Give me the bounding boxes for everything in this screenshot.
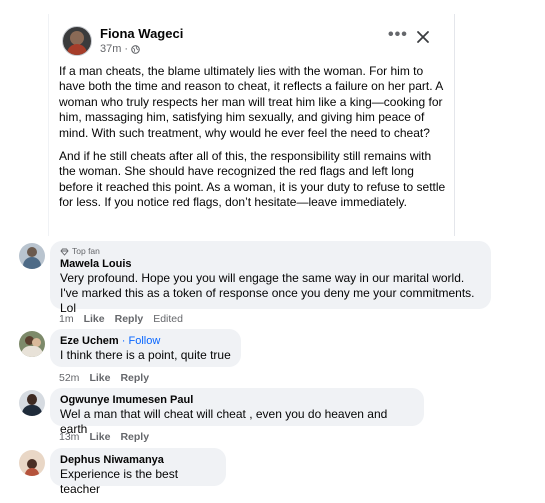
like-button[interactable]: Like — [89, 372, 110, 384]
post-paragraph: If a man cheats, the blame ultimately li… — [59, 64, 443, 140]
comment-avatar[interactable] — [19, 331, 45, 357]
post-body: If a man cheats, the blame ultimately li… — [59, 64, 447, 219]
comment-time[interactable]: 1m — [59, 313, 74, 325]
like-button[interactable]: Like — [89, 431, 110, 443]
comment-bubble: Dephus Niwamanya Experience is the best … — [50, 448, 226, 496]
comment-avatar[interactable] — [19, 390, 45, 416]
comment-actions: 13m Like Reply — [59, 431, 149, 443]
close-icon[interactable] — [416, 30, 430, 44]
globe-icon — [131, 44, 140, 54]
comment-header: Eze Uchem · Follow — [60, 335, 161, 347]
comment-author-name[interactable]: Dephus Niwamanya — [60, 453, 216, 467]
comment-avatar[interactable] — [19, 243, 45, 269]
post-meta: 37m · — [100, 43, 140, 55]
post-author-name[interactable]: Fiona Wageci — [100, 26, 183, 41]
reply-button[interactable]: Reply — [120, 372, 149, 384]
post-author-avatar[interactable] — [62, 26, 92, 56]
reply-button[interactable]: Reply — [120, 431, 149, 443]
post-time[interactable]: 37m — [100, 43, 121, 55]
comment-text: Experience is the best teacher — [60, 467, 179, 496]
follow-button[interactable]: Follow — [128, 335, 160, 347]
edited-label: Edited — [153, 313, 183, 325]
comment-time[interactable]: 52m — [59, 372, 79, 384]
comment-bubble: Top fan Mawela Louis Very profound. Hope… — [50, 241, 491, 315]
comment-bubble: Eze Uchem · Follow I think there is a po… — [50, 329, 241, 367]
top-fan-badge: Top fan — [60, 246, 481, 257]
comment-actions: 1m Like Reply Edited — [59, 313, 183, 325]
more-dots-icon[interactable]: ••• — [388, 27, 408, 43]
comment-text: Very profound. Hope you you will engage … — [60, 271, 475, 315]
comment-author-name[interactable]: Mawela Louis — [60, 257, 481, 271]
comment-author-name[interactable]: Eze Uchem — [60, 335, 119, 347]
comment-author-name[interactable]: Ogwunye Imumesen Paul — [60, 393, 414, 407]
reply-button[interactable]: Reply — [115, 313, 144, 325]
post-paragraph: And if he still cheats after all of this… — [59, 149, 446, 210]
comment-time[interactable]: 13m — [59, 431, 79, 443]
comment-avatar[interactable] — [19, 450, 45, 476]
diamond-icon — [60, 248, 69, 256]
comment-bubble: Ogwunye Imumesen Paul Wel a man that wil… — [50, 388, 424, 436]
comment-text: I think there is a point, quite true — [60, 348, 231, 362]
comment-actions: 52m Like Reply — [59, 372, 149, 384]
like-button[interactable]: Like — [84, 313, 105, 325]
